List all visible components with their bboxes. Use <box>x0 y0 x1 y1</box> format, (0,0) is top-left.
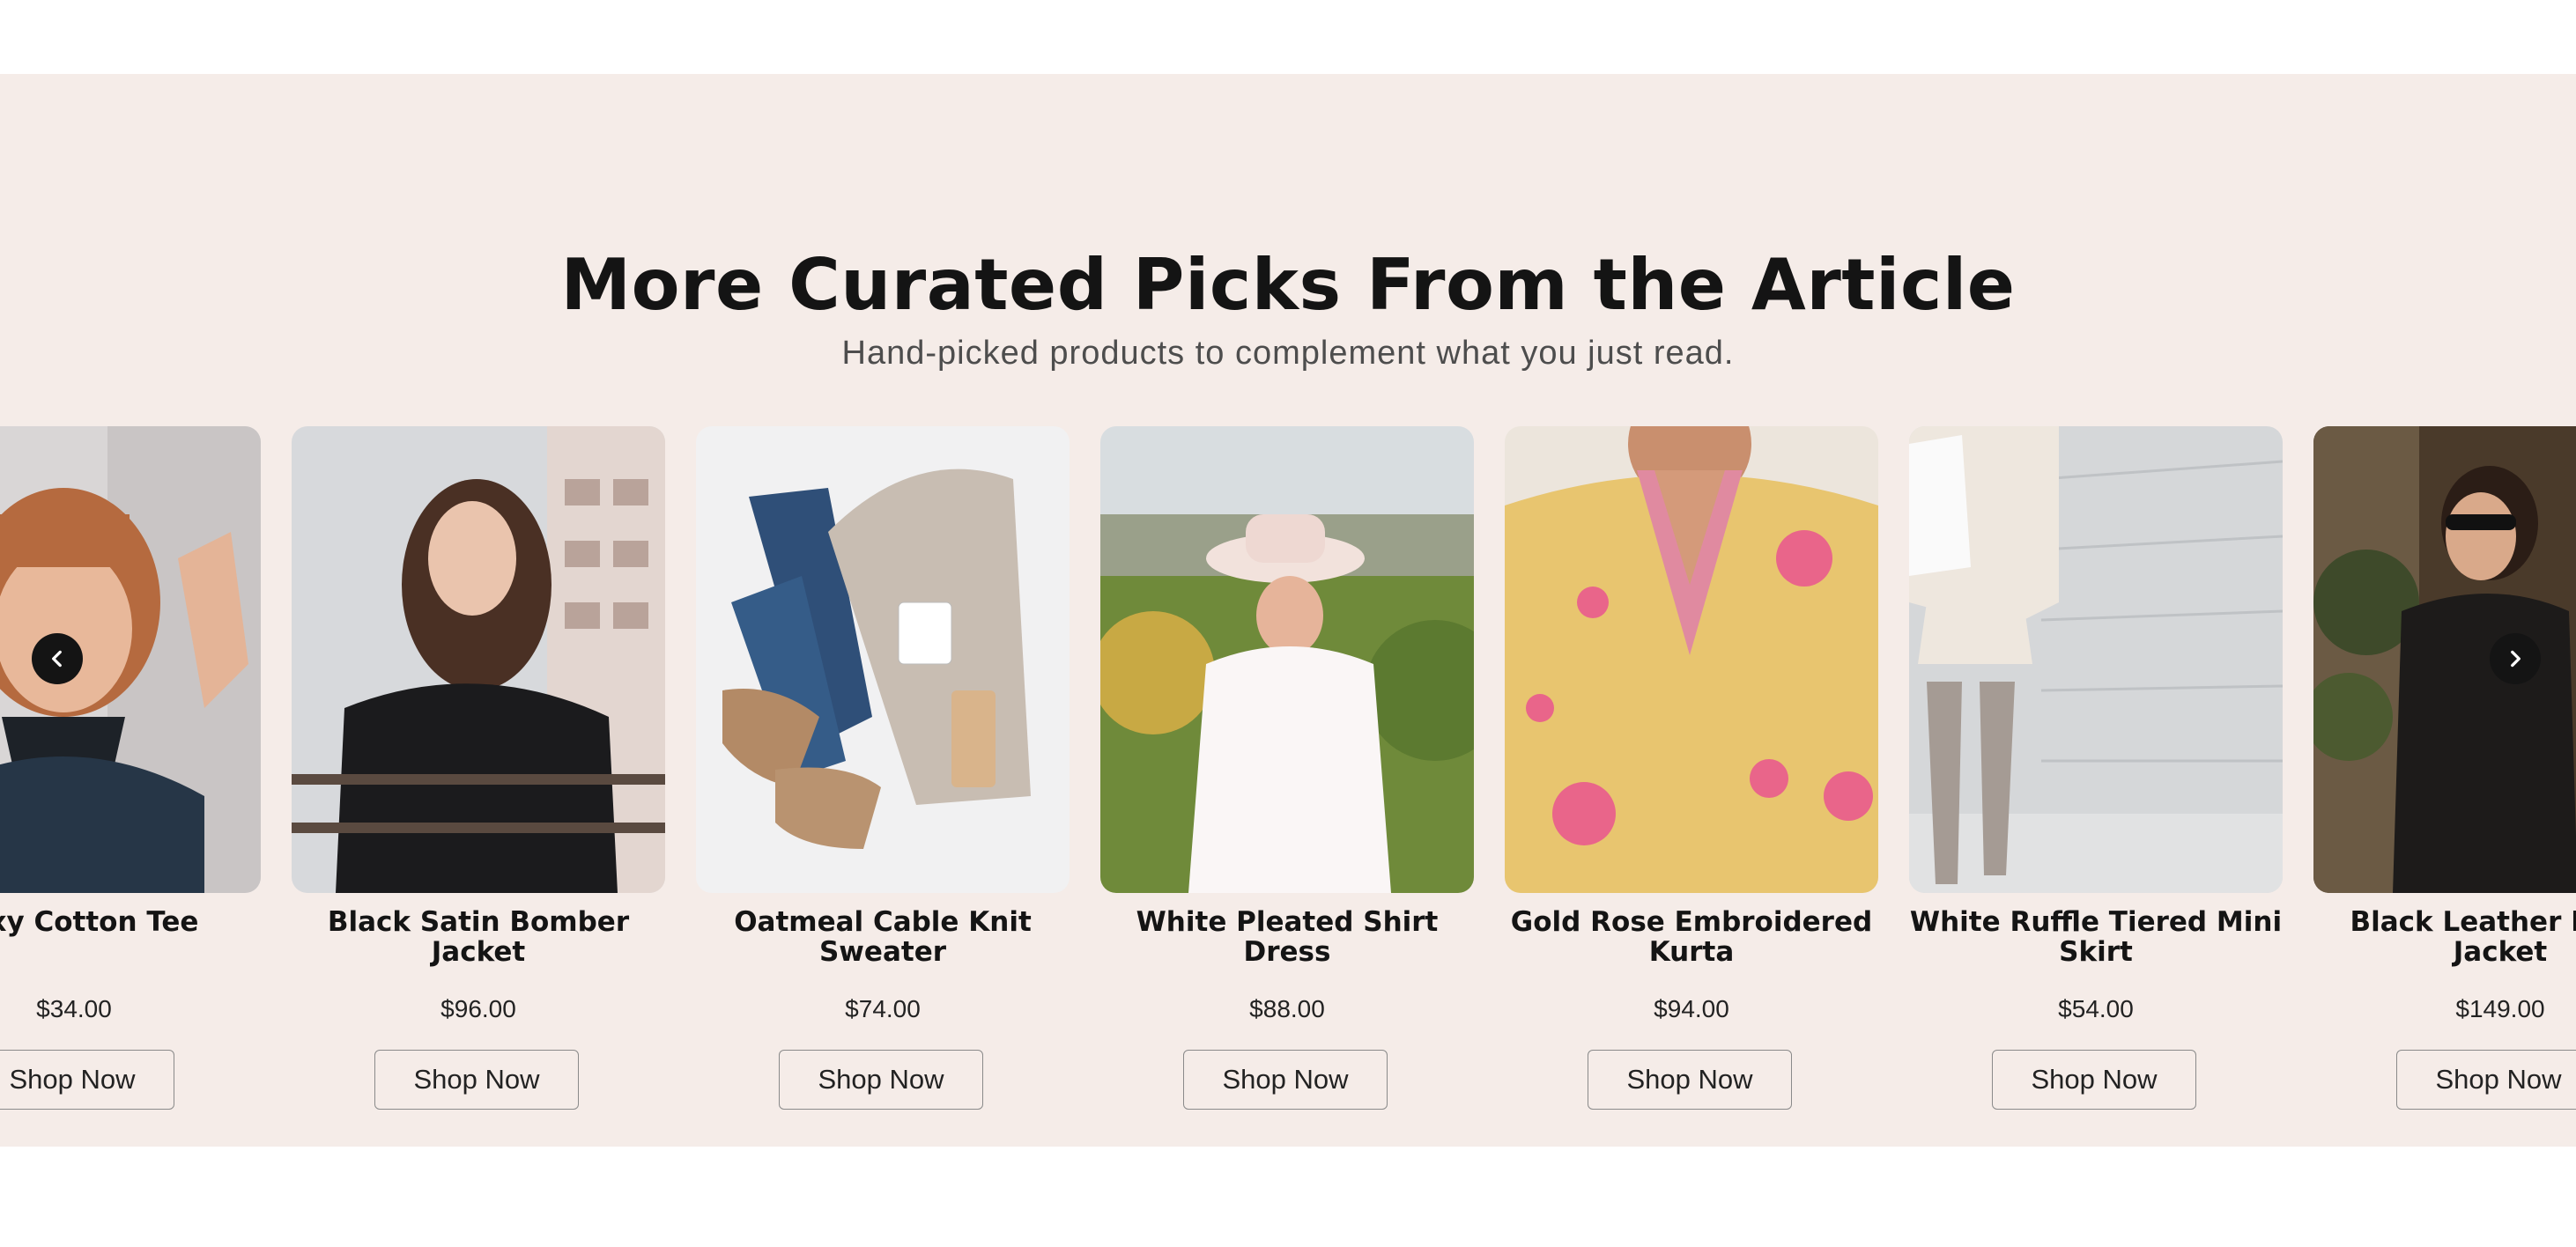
shop-now-button[interactable]: Shop Now <box>1992 1050 2196 1110</box>
shop-now-button[interactable]: Shop Now <box>1183 1050 1388 1110</box>
product-price: $94.00 <box>1654 995 1729 1022</box>
product-image[interactable] <box>1505 426 1878 893</box>
product-price: $74.00 <box>845 995 921 1022</box>
product-price: $54.00 <box>2058 995 2134 1022</box>
product-price: $88.00 <box>1249 995 1325 1022</box>
section-subtitle: Hand-picked products to complement what … <box>841 335 1735 372</box>
product-image[interactable] <box>696 426 1070 893</box>
product-image[interactable] <box>292 426 665 893</box>
curated-picks-section: More Curated Picks From the Article Hand… <box>0 74 2576 1147</box>
product-price: $34.00 <box>36 995 112 1022</box>
shop-now-button[interactable]: Shop Now <box>374 1050 579 1110</box>
product-image[interactable] <box>1909 426 2283 893</box>
product-title: Gold Rose Embroidered Kurta <box>1510 906 1873 968</box>
chevron-left-icon <box>52 650 62 668</box>
product-title: Black Leather Biker Jacket <box>2350 906 2576 968</box>
product-title: Oatmeal Cable Knit Sweater <box>734 906 1032 968</box>
product-price: $96.00 <box>440 995 516 1022</box>
carousel-prev-button[interactable] <box>32 633 83 684</box>
shop-now-button[interactable]: Shop Now <box>779 1050 983 1110</box>
product-price: $149.00 <box>2455 995 2545 1022</box>
section-title: More Curated Picks From the Article <box>560 244 2016 326</box>
product-image[interactable] <box>1100 426 1474 893</box>
product-title: Black Satin Bomber Jacket <box>327 906 630 968</box>
shop-now-button[interactable]: Shop Now <box>1588 1050 1792 1110</box>
product-title: Boxy Cotton Tee <box>0 906 199 938</box>
shop-now-button[interactable]: Shop Now <box>0 1050 174 1110</box>
carousel-next-button[interactable] <box>2490 633 2541 684</box>
shop-now-button[interactable]: Shop Now <box>2396 1050 2576 1110</box>
product-title: White Ruffle Tiered Mini Skirt <box>1909 906 2283 968</box>
chevron-right-icon <box>2511 650 2520 668</box>
product-title: White Pleated Shirt Dress <box>1136 906 1439 968</box>
